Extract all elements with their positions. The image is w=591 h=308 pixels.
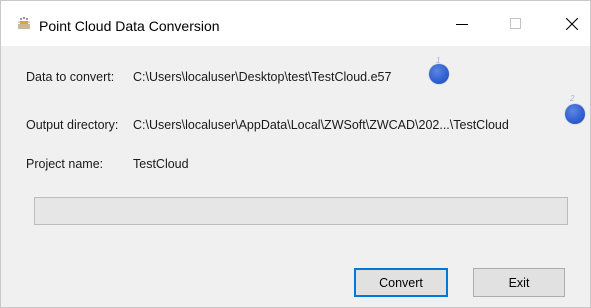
annotation-marker-1-number: 1 xyxy=(436,56,441,65)
annotation-marker-1 xyxy=(429,64,449,84)
data-to-convert-value: C:\Users\localuser\Desktop\test\TestClou… xyxy=(133,70,392,84)
project-name-label: Project name: xyxy=(26,157,104,171)
conversion-dialog: Point Cloud Data Conversion Data to conv… xyxy=(0,0,591,308)
output-directory-value: C:\Users\localuser\AppData\Local\ZWSoft\… xyxy=(133,118,509,132)
point-cloud-app-icon xyxy=(18,17,30,29)
title-bar[interactable]: Point Cloud Data Conversion xyxy=(1,1,590,46)
minimize-icon xyxy=(456,23,468,25)
window-title: Point Cloud Data Conversion xyxy=(39,18,220,34)
annotation-marker-2 xyxy=(565,104,585,124)
maximize-button[interactable] xyxy=(491,1,539,46)
conversion-progress-bar xyxy=(34,197,568,225)
minimize-button[interactable] xyxy=(438,1,486,46)
annotation-marker-2-number: 2 xyxy=(570,94,575,103)
close-icon xyxy=(566,17,578,30)
convert-button[interactable]: Convert xyxy=(354,268,448,297)
exit-button[interactable]: Exit xyxy=(473,268,565,297)
project-name-value: TestCloud xyxy=(133,157,189,171)
close-button[interactable] xyxy=(548,1,591,46)
data-to-convert-label: Data to convert: xyxy=(26,70,115,84)
output-directory-label: Output directory: xyxy=(26,118,119,132)
maximize-icon xyxy=(509,18,521,29)
